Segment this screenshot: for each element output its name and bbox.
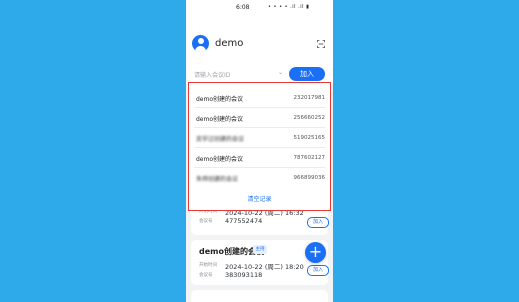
status-icons: • • • • .il .il ▮: [268, 4, 310, 10]
history-item-name: demo创建的会议: [196, 156, 244, 163]
join-button[interactable]: 加入: [289, 67, 325, 81]
history-item-name: demo创建的会议: [196, 96, 244, 103]
history-item[interactable]: 朱帅创建的会议 966899036: [189, 167, 330, 187]
card-join-button[interactable]: 加入: [307, 217, 329, 228]
history-item-id: 787602127: [293, 154, 326, 161]
history-item-name: 吴宇过创建的会议: [196, 136, 245, 143]
meeting-history-dropdown: demo创建的会议 232017981 demo创建的会议 256660252 …: [188, 82, 331, 211]
meeting-card-partial[interactable]: [191, 290, 328, 302]
meeting-id-input[interactable]: [194, 70, 280, 80]
history-item[interactable]: 吴宇过创建的会议 519025165: [189, 127, 330, 147]
host-badge: 主持: [253, 245, 267, 254]
history-item[interactable]: demo创建的会议 232017981: [189, 87, 330, 107]
history-item-name: 朱帅创建的会议: [196, 176, 239, 183]
card-join-button[interactable]: 加入: [307, 265, 329, 276]
meeting-id-label: 会议号: [199, 219, 213, 224]
start-time-value: 2024-10-22 (周二) 18:20: [225, 263, 304, 271]
header: demo: [186, 14, 333, 66]
history-item-id: 256660252: [293, 114, 326, 121]
meeting-id-label: 会议号: [199, 273, 213, 278]
avatar-head-shape: [197, 38, 204, 44]
avatar[interactable]: [192, 35, 209, 52]
history-item-id: 232017981: [293, 94, 326, 101]
create-meeting-fab[interactable]: +: [305, 242, 326, 263]
start-time-label: 开始时间: [199, 263, 217, 268]
meeting-id-value: 477552474: [225, 217, 263, 225]
chevron-down-icon[interactable]: ⌄: [278, 69, 283, 76]
history-item-id: 966899036: [293, 174, 326, 181]
scan-icon[interactable]: [317, 40, 325, 48]
status-time: 6:08: [236, 4, 250, 11]
status-bar: 6:08 • • • • .il .il ▮: [186, 0, 333, 14]
username: demo: [215, 38, 244, 49]
clear-history-button[interactable]: 清空记录: [189, 194, 330, 206]
avatar-body-shape: [195, 45, 206, 52]
history-item[interactable]: demo创建的会议 787602127: [189, 147, 330, 167]
history-item[interactable]: demo创建的会议 256660252: [189, 107, 330, 127]
history-item-id: 519025165: [293, 134, 326, 141]
history-item-name: demo创建的会议: [196, 116, 244, 123]
meeting-id-value: 383093118: [225, 271, 263, 279]
